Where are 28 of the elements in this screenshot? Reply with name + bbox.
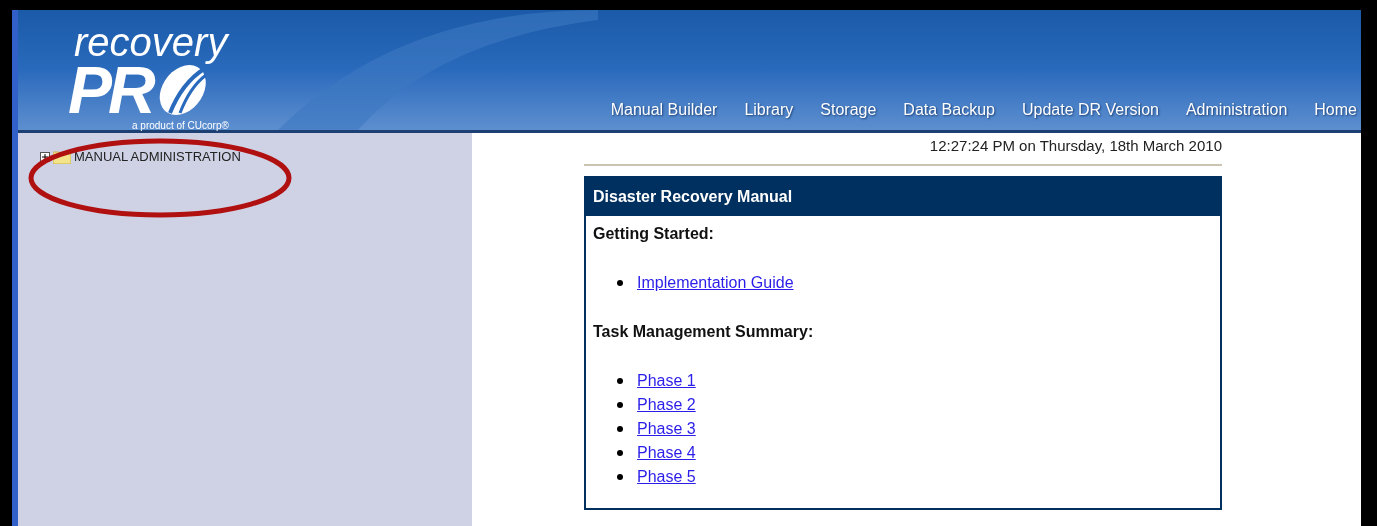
nav-link[interactable]: Library xyxy=(744,98,794,122)
logo-tagline: a product of CUcorp® xyxy=(132,119,229,133)
nav-link[interactable]: Update DR Version xyxy=(1021,98,1159,122)
bullet-icon xyxy=(617,377,623,384)
tree-item[interactable]: MANUAL ADMINISTRATION xyxy=(74,147,241,167)
section-heading: Task Management Summary: xyxy=(593,321,815,342)
bullet-icon xyxy=(617,449,623,456)
panel-title: Disaster Recovery Manual xyxy=(586,177,1220,216)
bullet-icon xyxy=(617,473,623,480)
expand-icon[interactable] xyxy=(40,151,50,162)
nav-link[interactable]: Home xyxy=(1314,98,1357,122)
manual-link[interactable]: Implementation Guide xyxy=(637,270,794,295)
section-heading: Getting Started: xyxy=(593,223,715,244)
manual-link[interactable]: Phase 2 xyxy=(637,392,696,417)
manual-link[interactable]: Phase 3 xyxy=(637,416,696,441)
manual-link[interactable]: Phase 4 xyxy=(637,440,696,465)
logo-name: PR xyxy=(68,62,152,118)
nav-link[interactable]: Manual Builder xyxy=(610,98,718,122)
manual-link[interactable]: Phase 5 xyxy=(637,464,696,489)
bullet-icon xyxy=(617,425,623,432)
bullet-icon xyxy=(617,279,623,286)
timestamp: 12:27:24 PM on Thursday, 18th March 2010 xyxy=(929,136,1222,156)
nav-link[interactable]: Administration xyxy=(1185,98,1288,122)
logo-wordmark: recovery xyxy=(73,22,229,62)
manual-link[interactable]: Phase 1 xyxy=(637,368,696,393)
nav-link[interactable]: Data Backup xyxy=(903,98,995,122)
bullet-icon xyxy=(617,401,623,408)
nav-link[interactable]: Storage xyxy=(820,98,877,122)
